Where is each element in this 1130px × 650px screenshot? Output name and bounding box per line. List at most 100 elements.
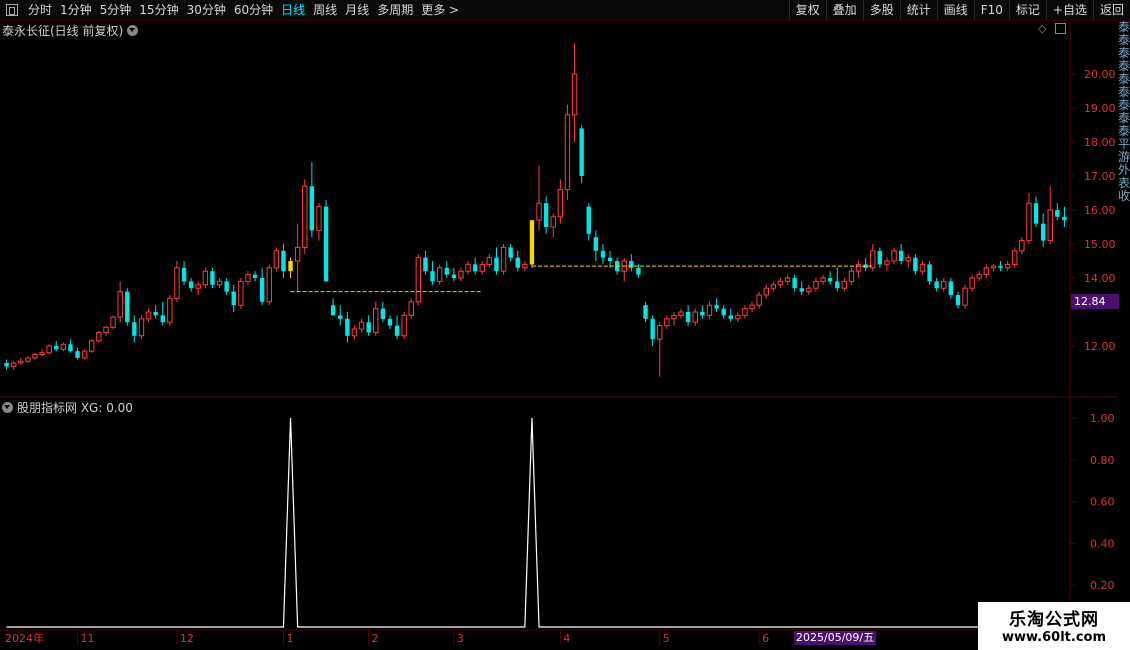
candle-body-down — [259, 278, 265, 302]
price-tick-label: 18.00 — [1084, 136, 1116, 149]
candle-body-up — [749, 304, 755, 310]
price-tick-label: 15.00 — [1084, 238, 1116, 251]
candle-body-down — [125, 291, 130, 323]
candle-body-up — [60, 343, 67, 350]
candle-body-down — [323, 206, 329, 282]
candle-body-down — [338, 315, 343, 319]
watermark-title: 乐淘公式网 — [1009, 610, 1099, 630]
indicator-tick-label: 1.00 — [1090, 412, 1115, 425]
candle-body-down — [451, 274, 457, 278]
candle-body-up — [96, 331, 102, 342]
candle-body-down — [636, 267, 641, 275]
candle-body-down — [650, 318, 655, 340]
candle-body-up — [983, 267, 990, 276]
kline-chart[interactable]: 20.00 19.00 18.00 17.00 16.00 15.00 14.00 12.00… — [0, 0, 1118, 650]
candle-body-down — [132, 322, 137, 336]
candle-body-down — [629, 261, 634, 268]
candle-body-up — [245, 274, 251, 282]
candle-body-up — [46, 345, 52, 354]
price-axis: 20.00 19.00 18.00 17.00 16.00 15.00 14.00 12.00 — [1070, 68, 1116, 353]
candle-body-up — [479, 263, 485, 272]
candle-body-up — [174, 267, 180, 299]
candle-body-up — [969, 277, 975, 289]
indicator-line — [6, 417, 1065, 628]
candle-body-down — [927, 264, 932, 282]
candle-body-up — [1019, 240, 1025, 252]
current-price-tag: 12.84 — [1071, 294, 1119, 309]
candle-body-down — [68, 344, 73, 352]
candle-body-up — [962, 287, 968, 306]
candle-body-up — [486, 257, 493, 265]
indicator-chart: 1.00 0.80 0.60 0.40 0.20 — [6, 412, 1115, 628]
candle-body-down — [4, 363, 9, 367]
candle-body-up — [742, 308, 748, 316]
candle-body-down — [714, 305, 719, 309]
candle-body-up — [273, 250, 280, 269]
candle-body-up — [458, 270, 464, 279]
candle-body-down — [579, 128, 584, 176]
candle-body-up — [358, 321, 365, 330]
time-tick-label: 12 — [180, 632, 194, 645]
candle-body-down — [508, 247, 513, 258]
candle-body-down — [898, 250, 904, 261]
candle-body-down — [543, 203, 549, 227]
candle-body-up — [756, 294, 762, 306]
candle-body-down — [394, 325, 400, 336]
candle-body-down — [827, 278, 833, 282]
candle-body-up — [436, 267, 443, 282]
candle-body-up — [692, 311, 698, 323]
candle-body-up — [145, 311, 152, 320]
candle-body-up — [1047, 209, 1053, 242]
watermark-url: www.60lt.com — [1001, 630, 1107, 645]
candle-body-down — [728, 315, 733, 319]
candle-body-down — [345, 318, 350, 336]
candle-body-up — [522, 263, 528, 269]
candle-body-down — [600, 250, 606, 258]
candle-body-up — [777, 280, 784, 286]
time-tick-label: 11 — [81, 632, 95, 645]
candle-body-down — [494, 257, 499, 272]
candle-body-up — [784, 277, 791, 282]
candle-body-up — [373, 308, 379, 333]
candle-body-up — [89, 340, 95, 352]
candle-body-down — [153, 312, 158, 316]
candle-body-up — [1012, 250, 1018, 265]
candle-body-down — [231, 291, 236, 306]
candle-body-up — [202, 270, 209, 286]
candle-body-down — [998, 266, 1003, 268]
price-tick-label: 19.00 — [1084, 102, 1116, 115]
indicator-tick-label: 0.40 — [1090, 537, 1115, 550]
price-tick-label: 12.00 — [1084, 340, 1116, 353]
candle-body-up — [10, 362, 17, 367]
candles — [4, 43, 1067, 377]
candle-body-up — [841, 280, 848, 289]
candle-body-down — [423, 257, 428, 272]
candle-body-down — [75, 351, 80, 358]
time-axis: 2024年 11 12 1 2 3 4 5 6 — [5, 630, 769, 645]
candle-body-signal — [529, 220, 535, 265]
candle-body-down — [380, 308, 386, 319]
candle-body-down — [835, 281, 840, 289]
candle-body-up — [117, 291, 123, 318]
candle-body-down — [430, 271, 435, 282]
price-tick-label: 16.00 — [1084, 204, 1116, 217]
candle-body-up — [941, 280, 947, 289]
candle-body-up — [408, 301, 414, 316]
price-tick-label: 14.00 — [1084, 272, 1116, 285]
time-tick-label: 5 — [663, 632, 670, 645]
candle-body-down — [643, 305, 648, 319]
candle-body-down — [387, 318, 393, 326]
candle-body-up — [919, 263, 926, 272]
candle-body-up — [813, 280, 819, 289]
candle-body-up — [238, 280, 244, 306]
indicator-tick-label: 0.20 — [1090, 579, 1115, 592]
candle-body-up — [820, 277, 826, 282]
candle-body-up — [891, 250, 897, 262]
candle-body-up — [294, 246, 301, 262]
candle-body-up — [763, 287, 769, 296]
candle-body-up — [905, 257, 911, 262]
candle-body-signal — [288, 261, 293, 272]
candle-body-up — [103, 326, 109, 333]
candle-body-down — [1033, 203, 1039, 224]
candle-body-up — [316, 206, 322, 231]
